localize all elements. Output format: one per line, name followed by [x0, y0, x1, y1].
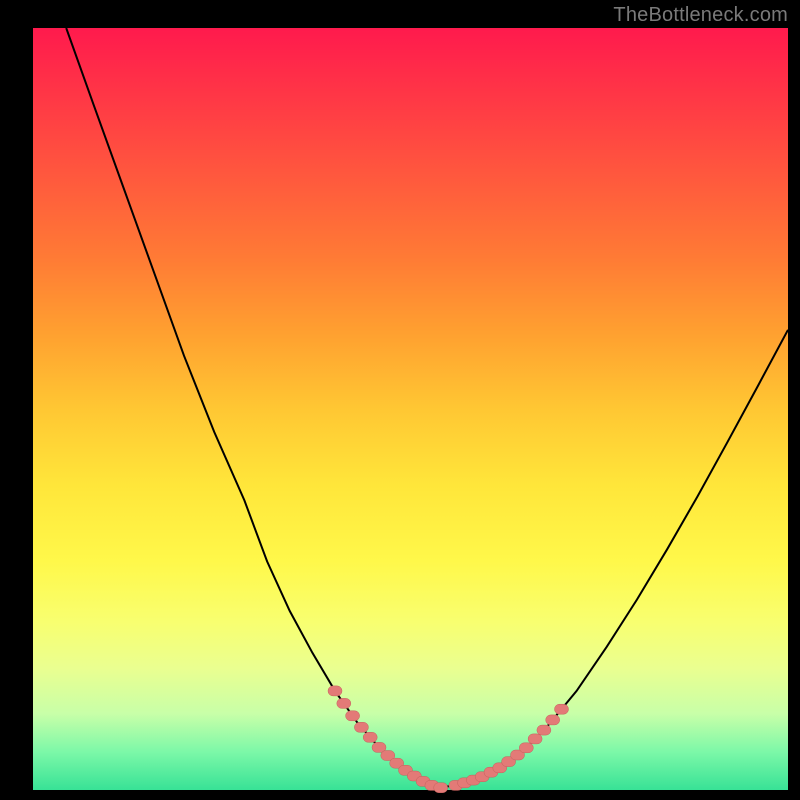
- curve-marker: [555, 704, 569, 714]
- curve-marker: [546, 715, 560, 725]
- curve-layer: [0, 0, 800, 800]
- curve-marker: [354, 722, 368, 732]
- marker-group: [328, 686, 569, 793]
- curve-left-branch: [66, 28, 437, 788]
- curve-marker: [328, 686, 342, 696]
- curve-right-branch: [437, 330, 788, 788]
- curve-marker: [346, 711, 360, 721]
- curve-marker: [337, 698, 351, 708]
- curve-marker: [528, 734, 542, 744]
- chart-frame: TheBottleneck.com: [0, 0, 800, 800]
- curve-marker: [363, 732, 377, 742]
- curve-marker: [519, 743, 533, 753]
- curve-marker: [537, 725, 551, 735]
- curve-marker: [434, 783, 448, 793]
